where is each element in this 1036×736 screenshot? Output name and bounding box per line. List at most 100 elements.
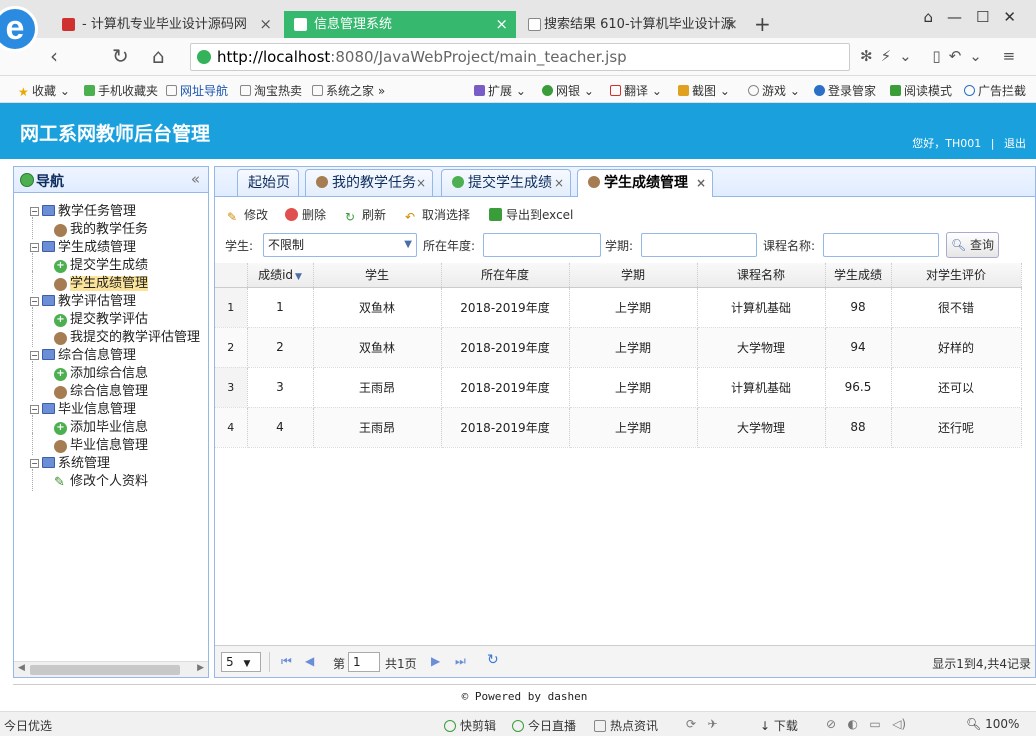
table-row[interactable]: 2 2 双鱼林 2018-2019年度 上学期 大学物理 94 好样的 bbox=[215, 327, 1022, 368]
column-header[interactable]: 成绩id ▼ bbox=[247, 263, 314, 288]
course-input[interactable] bbox=[823, 233, 939, 257]
prev-page-icon[interactable]: ◀ bbox=[305, 654, 314, 668]
table-row[interactable]: 3 3 王雨昂 2018-2019年度 上学期 计算机基础 96.5 还可以 bbox=[215, 367, 1022, 408]
collapse-toggle-icon[interactable]: − bbox=[30, 243, 39, 252]
column-header[interactable]: 所在年度 bbox=[441, 263, 570, 288]
tab-my-teaching-tasks[interactable]: 我的教学任务 × bbox=[305, 169, 433, 196]
last-page-icon[interactable]: ⏭ bbox=[455, 654, 466, 669]
page-size-select[interactable]: 5 ▼ bbox=[221, 652, 261, 672]
back-button[interactable]: ‹ bbox=[50, 46, 58, 66]
bookmark-item[interactable]: 系统之家 » bbox=[312, 82, 385, 99]
year-input[interactable] bbox=[483, 233, 601, 257]
status-quick-edit[interactable]: 快剪辑 bbox=[444, 717, 496, 734]
ext-login-manager[interactable]: 登录管家 bbox=[814, 82, 876, 99]
close-icon[interactable]: × bbox=[495, 11, 508, 38]
url-input[interactable]: http://localhost:8080/JavaWebProject/mai… bbox=[190, 43, 850, 71]
browser-tab[interactable]: 搜索结果 610-计算机毕业设计源 × bbox=[518, 11, 746, 38]
logout-link[interactable]: 退出 bbox=[1004, 137, 1026, 150]
nav-group[interactable]: − 学生成绩管理 bbox=[26, 239, 208, 257]
collapse-toggle-icon[interactable]: − bbox=[30, 459, 39, 468]
ext-translate[interactable]: 翻译 ⌄ bbox=[610, 82, 662, 99]
close-icon[interactable]: × bbox=[416, 170, 426, 196]
browser-tab[interactable]: - 计算机专业毕业设计源码网 × bbox=[52, 11, 280, 38]
edit-button[interactable]: ✎ 修改 bbox=[227, 206, 268, 224]
horizontal-scrollbar[interactable]: ◀ ▶ bbox=[14, 661, 208, 677]
bookmark-item[interactable]: 网址导航 bbox=[166, 82, 228, 99]
ext-bank[interactable]: 网银 ⌄ bbox=[542, 82, 594, 99]
status-tools[interactable]: ⟳ ✈ bbox=[686, 717, 718, 731]
zoom-level[interactable]: 🔍︎ 100% bbox=[966, 717, 1019, 731]
close-icon[interactable]: × bbox=[696, 170, 706, 196]
page-prefix: 第 bbox=[333, 657, 346, 671]
delete-button[interactable]: 删除 bbox=[285, 206, 326, 223]
status-icons[interactable]: ⊘ ◐ ▭ ◁) bbox=[826, 717, 906, 731]
column-header[interactable]: 学生成绩 bbox=[825, 263, 892, 288]
next-page-icon[interactable]: ▶ bbox=[431, 654, 440, 668]
close-icon[interactable]: × bbox=[554, 170, 564, 196]
nav-item[interactable]: + 提交学生成绩 bbox=[26, 253, 208, 275]
bookmark-item[interactable]: ★ 收藏 ⌄ bbox=[18, 82, 70, 99]
tab-start-page[interactable]: 起始页 bbox=[237, 169, 299, 196]
status-download[interactable]: ↓ 下载 bbox=[760, 717, 798, 734]
tab-submit-scores[interactable]: 提交学生成绩 × bbox=[441, 169, 571, 196]
ext-screenshot[interactable]: 截图 ⌄ bbox=[678, 82, 730, 99]
first-page-icon[interactable]: ⏮ bbox=[281, 654, 292, 669]
page-number-input[interactable]: 1 bbox=[348, 652, 380, 672]
table-row[interactable]: 4 4 王雨昂 2018-2019年度 上学期 大学物理 88 还行呢 bbox=[215, 407, 1022, 448]
nav-item[interactable]: 学生成绩管理 bbox=[26, 271, 208, 293]
ext-reader-mode[interactable]: 阅读模式 bbox=[890, 82, 952, 99]
status-daily-picks[interactable]: 今日优选 bbox=[4, 717, 52, 734]
nav-group[interactable]: − 系统管理 bbox=[26, 455, 208, 473]
nav-item[interactable]: + 提交教学评估 bbox=[26, 307, 208, 329]
nav-item[interactable]: 综合信息管理 bbox=[26, 379, 208, 401]
collapse-toggle-icon[interactable]: − bbox=[30, 405, 39, 414]
collapse-icon[interactable]: « bbox=[191, 170, 200, 188]
export-excel-button[interactable]: 导出到excel bbox=[489, 206, 573, 223]
nav-group[interactable]: − 教学评估管理 bbox=[26, 293, 208, 311]
table-cell-student: 双鱼林 bbox=[313, 287, 442, 328]
bookmark-item[interactable]: 手机收藏夹 bbox=[84, 82, 158, 99]
row-number: 2 bbox=[215, 327, 248, 368]
column-header[interactable]: 对学生评价 bbox=[891, 263, 1022, 288]
home-button[interactable]: ⌂ bbox=[152, 46, 165, 66]
collapse-toggle-icon[interactable]: − bbox=[30, 297, 39, 306]
ext-games[interactable]: 游戏 ⌄ bbox=[748, 82, 800, 99]
ext-extend[interactable]: 扩展 ⌄ bbox=[474, 82, 526, 99]
nav-item[interactable]: 我的教学任务 bbox=[26, 217, 208, 239]
close-icon[interactable]: × bbox=[259, 11, 272, 38]
student-select[interactable]: 不限制 ▼ bbox=[263, 233, 417, 257]
status-live[interactable]: 今日直播 bbox=[512, 717, 576, 734]
column-header[interactable]: 学生 bbox=[313, 263, 442, 288]
nav-item[interactable]: + 添加综合信息 bbox=[26, 361, 208, 383]
nav-item[interactable]: 毕业信息管理 bbox=[26, 433, 208, 455]
status-news[interactable]: 热点资讯 bbox=[594, 717, 658, 734]
nav-item[interactable]: ✎ 修改个人资料 bbox=[26, 469, 208, 491]
column-header[interactable]: 课程名称 bbox=[697, 263, 826, 288]
column-header[interactable]: 学期 bbox=[569, 263, 698, 288]
cancel-select-button[interactable]: ↶ 取消选择 bbox=[405, 206, 470, 224]
nav-group[interactable]: − 综合信息管理 bbox=[26, 347, 208, 365]
collapse-toggle-icon[interactable]: − bbox=[30, 207, 39, 216]
tab-score-management[interactable]: 学生成绩管理 × bbox=[577, 169, 713, 197]
window-controls[interactable]: ⌂—☐✕ bbox=[923, 8, 1030, 26]
table-row[interactable]: 1 1 双鱼林 2018-2019年度 上学期 计算机基础 98 很不错 bbox=[215, 287, 1022, 328]
reload-button[interactable]: ↻ bbox=[112, 46, 129, 66]
collapse-toggle-icon[interactable]: − bbox=[30, 351, 39, 360]
row-number: 1 bbox=[215, 287, 248, 328]
term-input[interactable] bbox=[641, 233, 757, 257]
close-icon[interactable]: × bbox=[725, 11, 738, 38]
browser-tab-active[interactable]: 信息管理系统 × bbox=[284, 11, 516, 38]
nav-item[interactable]: 我提交的教学评估管理 bbox=[26, 325, 208, 347]
ext-adblock[interactable]: 广告拦截 bbox=[964, 82, 1026, 99]
table-cell-id: 2 bbox=[247, 327, 314, 368]
query-button[interactable]: 🔍︎ 查询 bbox=[946, 232, 999, 258]
nav-item[interactable]: + 添加毕业信息 bbox=[26, 415, 208, 437]
new-tab-button[interactable]: + bbox=[754, 12, 771, 36]
refresh-icon[interactable]: ↻ bbox=[487, 652, 499, 668]
nav-group[interactable]: − 教学任务管理 bbox=[26, 203, 208, 221]
refresh-button[interactable]: ↻ 刷新 bbox=[345, 206, 386, 224]
bookmark-item[interactable]: 淘宝热卖 bbox=[240, 82, 302, 99]
nav-group[interactable]: − 毕业信息管理 bbox=[26, 401, 208, 419]
address-right-tools[interactable]: ✻⚡⌄ ▯↶⌄ ≡ bbox=[860, 47, 1023, 65]
content-panel: 起始页 我的教学任务 × 提交学生成绩 × 学生成绩管理 × ✎ 修改 删除 ↻ 刷新 ↶… bbox=[214, 166, 1036, 678]
